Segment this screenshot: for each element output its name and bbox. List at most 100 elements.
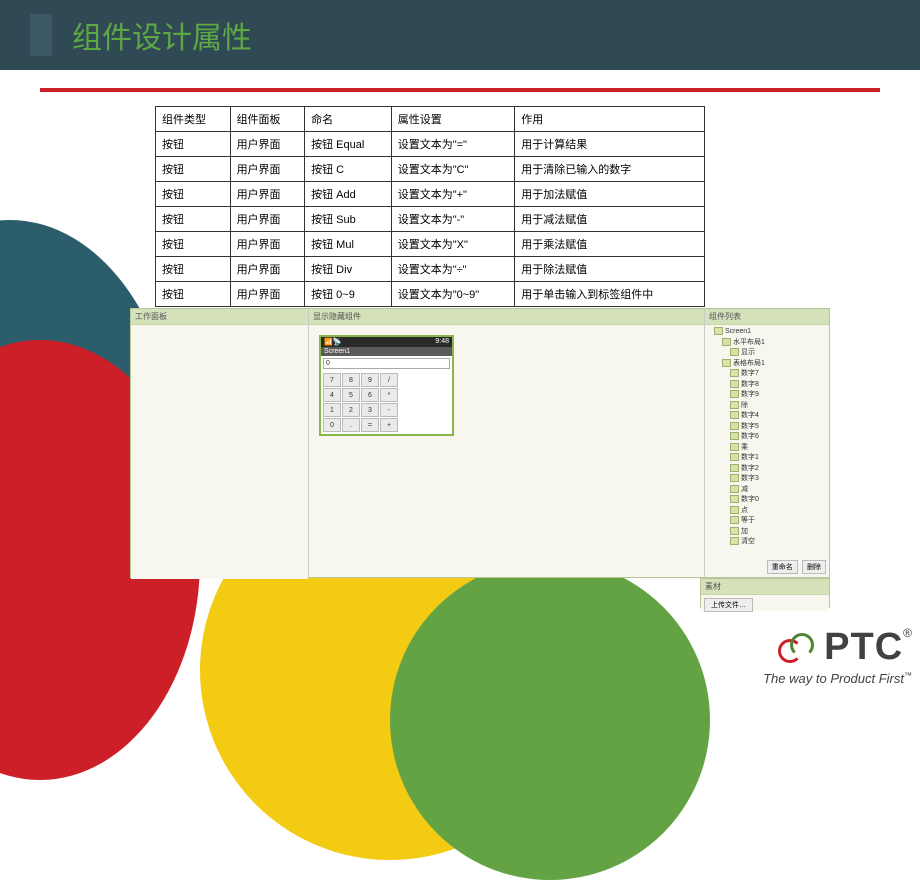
tree-node-icon [730, 348, 739, 356]
tree-node[interactable]: 数字7 [708, 369, 826, 380]
tree-node-icon [730, 516, 739, 524]
calculator-key[interactable]: 9 [361, 373, 379, 387]
tree-node[interactable]: 数字2 [708, 464, 826, 475]
tree-node[interactable]: 清空 [708, 537, 826, 548]
screen-title: Screen1 [321, 347, 452, 356]
component-outline-panel: 组件列表 Screen1水平布局1显示表格布局1数字7数字8数字9除数字4数字5… [704, 309, 829, 577]
calculator-key[interactable]: / [380, 373, 398, 387]
tree-node[interactable]: 数字8 [708, 380, 826, 391]
table-cell: 按钮 C [305, 157, 392, 182]
table-cell: 用户界面 [230, 132, 305, 157]
table-cell: 用户界面 [230, 232, 305, 257]
calculator-key[interactable]: 2 [342, 403, 360, 417]
tree-node-label: 等于 [741, 517, 755, 524]
table-cell: 用户界面 [230, 157, 305, 182]
calculator-key[interactable]: 7 [323, 373, 341, 387]
tree-node[interactable]: Screen1 [708, 327, 826, 338]
tree-node[interactable]: 表格布局1 [708, 359, 826, 370]
th-panel: 组件面板 [230, 107, 305, 132]
tree-node[interactable]: 数字0 [708, 495, 826, 506]
slide-title: 组件设计属性 [72, 13, 252, 57]
app-inventor-screenshot: 工作面板 显示隐藏组件 📶📡 9:48 Screen1 0 789/456*12… [130, 308, 830, 578]
tree-node-icon [730, 411, 739, 419]
th-role: 作用 [515, 107, 705, 132]
table-cell: 按钮 [156, 257, 231, 282]
tree-node-label: 点 [741, 507, 748, 514]
calculator-keypad: 789/ 456* 123- 0.=+ [321, 371, 452, 434]
calculator-key[interactable]: + [380, 418, 398, 432]
table-cell: 按钮 [156, 157, 231, 182]
table-cell: 按钮 0~9 [305, 282, 392, 307]
calculator-key[interactable]: 0 [323, 418, 341, 432]
tree-node[interactable]: 减 [708, 485, 826, 496]
phone-status-bar: 📶📡 9:48 [321, 337, 452, 347]
title-marker [30, 14, 52, 56]
status-signal-icon: 📶📡 [324, 338, 341, 346]
calculator-key[interactable]: 4 [323, 388, 341, 402]
registered-mark: ® [903, 626, 912, 640]
table-cell: 设置文本为"÷" [391, 257, 515, 282]
table-cell: 用户界面 [230, 282, 305, 307]
tree-node[interactable]: 数字4 [708, 411, 826, 422]
calculator-key[interactable]: 3 [361, 403, 379, 417]
upload-file-button[interactable]: 上传文件… [704, 598, 753, 612]
tree-node[interactable]: 数字6 [708, 432, 826, 443]
tree-node-label: Screen1 [725, 328, 751, 335]
table-cell: 按钮 [156, 182, 231, 207]
table-cell: 设置文本为"-" [391, 207, 515, 232]
ptc-tagline: The way to Product First™ [763, 671, 912, 686]
tree-node[interactable]: 水平布局1 [708, 338, 826, 349]
tree-node[interactable]: 显示 [708, 348, 826, 359]
tree-node-icon [722, 338, 731, 346]
calculator-key[interactable]: - [380, 403, 398, 417]
table-cell: 设置文本为"X" [391, 232, 515, 257]
tree-node[interactable]: 点 [708, 506, 826, 517]
tree-node-label: 数字7 [741, 370, 759, 377]
tree-node-icon [730, 453, 739, 461]
table-cell: 用户界面 [230, 207, 305, 232]
ptc-logo-block: PTC® The way to Product First™ [763, 626, 912, 686]
calculator-display: 0 [323, 358, 450, 369]
table-cell: 用于单击输入到标签组件中 [515, 282, 705, 307]
tree-node-icon [730, 474, 739, 482]
tree-node-label: 数字3 [741, 475, 759, 482]
table-cell: 用于减法赋值 [515, 207, 705, 232]
rename-button[interactable]: 重命名 [767, 560, 798, 574]
calculator-key[interactable]: * [380, 388, 398, 402]
table-row: 按钮用户界面按钮 0~9设置文本为"0~9"用于单击输入到标签组件中 [156, 282, 705, 307]
tree-node-icon [730, 401, 739, 409]
table-row: 按钮用户界面按钮 Div设置文本为"÷"用于除法赋值 [156, 257, 705, 282]
tree-node-label: 表格布局1 [733, 360, 765, 367]
tree-node[interactable]: 数字3 [708, 474, 826, 485]
tree-node[interactable]: 除 [708, 401, 826, 412]
tree-node-icon [730, 380, 739, 388]
table-row: 按钮用户界面按钮 Add设置文本为"+"用于加法赋值 [156, 182, 705, 207]
tree-node[interactable]: 等于 [708, 516, 826, 527]
tree-node-label: 数字2 [741, 465, 759, 472]
table-row: 按钮用户界面按钮 C设置文本为"C"用于清除已输入的数字 [156, 157, 705, 182]
tree-node-icon [730, 390, 739, 398]
tree-node-icon [730, 443, 739, 451]
tree-node-icon [730, 432, 739, 440]
table-cell: 设置文本为"+" [391, 182, 515, 207]
calculator-key[interactable]: 1 [323, 403, 341, 417]
tree-node[interactable]: 乘 [708, 443, 826, 454]
calculator-key[interactable]: . [342, 418, 360, 432]
calculator-key[interactable]: 6 [361, 388, 379, 402]
tree-node[interactable]: 加 [708, 527, 826, 538]
table-cell: 设置文本为"=" [391, 132, 515, 157]
calculator-key[interactable]: 5 [342, 388, 360, 402]
table-cell: 设置文本为"0~9" [391, 282, 515, 307]
table-cell: 按钮 Add [305, 182, 392, 207]
tree-node-icon [730, 464, 739, 472]
tree-node-icon [722, 359, 731, 367]
tree-node[interactable]: 数字5 [708, 422, 826, 433]
delete-button[interactable]: 删除 [802, 560, 826, 574]
tree-node[interactable]: 数字9 [708, 390, 826, 401]
calculator-key[interactable]: = [361, 418, 379, 432]
tree-node[interactable]: 数字1 [708, 453, 826, 464]
calculator-key[interactable]: 8 [342, 373, 360, 387]
tree-node-label: 清空 [741, 538, 755, 545]
phone-preview: 📶📡 9:48 Screen1 0 789/ 456* 123- 0.=+ [319, 335, 454, 436]
ptc-swirl-icon [774, 633, 814, 663]
